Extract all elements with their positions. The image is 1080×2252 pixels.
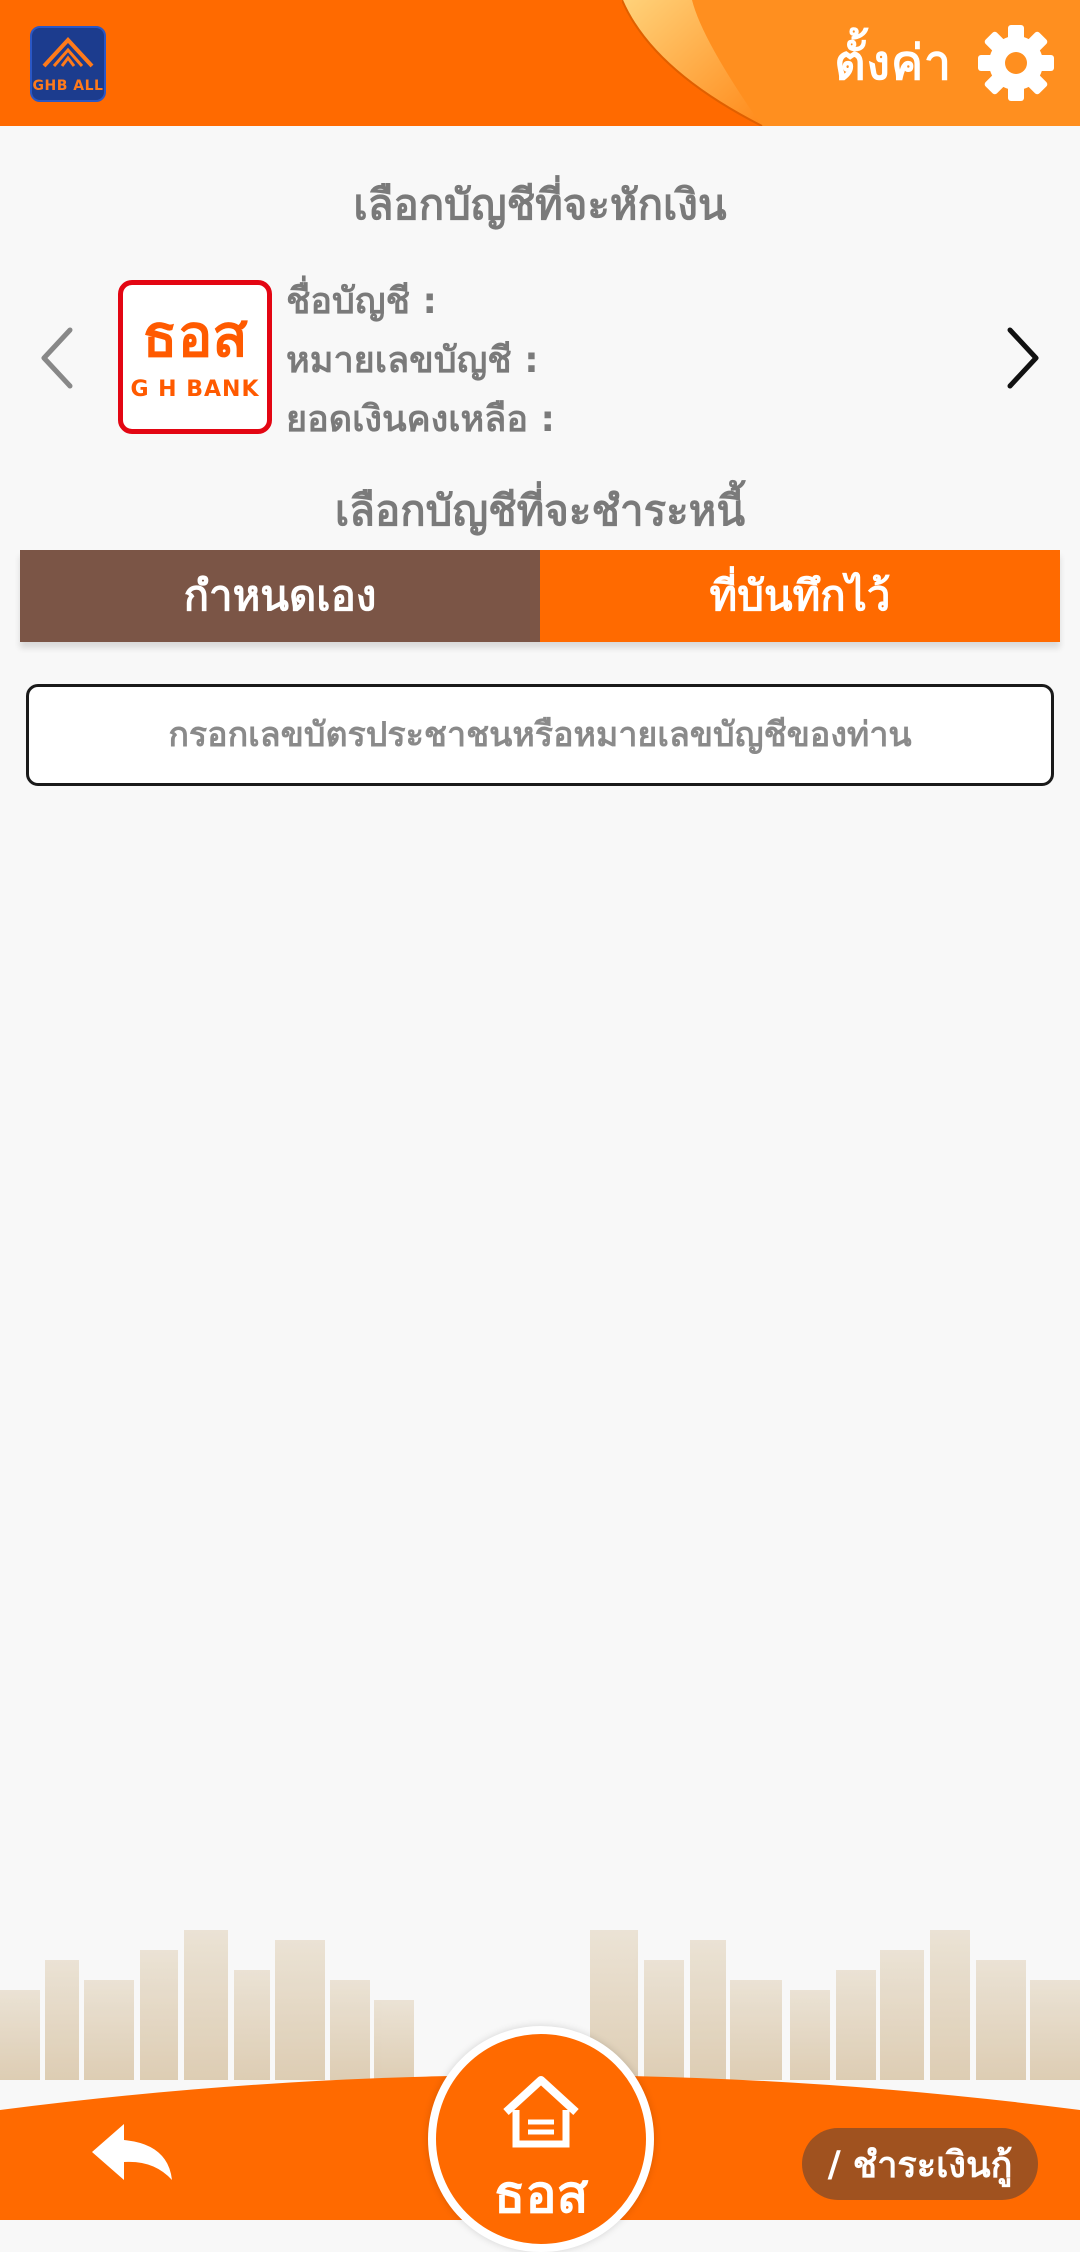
- balance-label: ยอดเงินคงเหลือ :: [286, 399, 555, 440]
- settings-button[interactable]: ตั้งค่า: [834, 20, 1056, 106]
- gear-icon: [978, 25, 1054, 101]
- home-icon: [503, 2076, 579, 2148]
- chevron-right-icon[interactable]: [1000, 324, 1046, 392]
- bank-logo-sub: G H BANK: [130, 377, 260, 402]
- account-info: ชื่อบัญชี : หมายเลขบัญชี : ยอดเงินคงเหลื…: [286, 276, 555, 453]
- home-button-label: ธอส: [493, 2165, 589, 2225]
- settings-label: ตั้งค่า: [834, 35, 952, 91]
- back-arrow-icon[interactable]: [88, 2118, 178, 2188]
- breadcrumb: / ชำระเงินกู้: [802, 2128, 1038, 2200]
- account-search-input[interactable]: [29, 686, 1051, 784]
- ghb-all-logo[interactable]: GHB ALL: [30, 26, 106, 102]
- breadcrumb-label: ชำระเงินกู้: [852, 2144, 1013, 2186]
- breadcrumb-separator: /: [827, 2143, 841, 2185]
- credit-account-tabs: กำหนดเอง ที่บันทึกไว้: [20, 550, 1060, 642]
- tab-saved[interactable]: ที่บันทึกไว้: [540, 550, 1060, 642]
- home-button[interactable]: ธอส: [428, 2026, 654, 2252]
- account-name-label: ชื่อบัญชี :: [286, 281, 437, 322]
- house-logo-icon: [42, 37, 94, 68]
- chevron-left-icon[interactable]: [34, 324, 80, 392]
- app-logo-text: GHB ALL: [32, 78, 104, 94]
- debit-account-carousel: ธอส G H BANK ชื่อบัญชี : หมายเลขบัญชี : …: [0, 272, 1080, 442]
- debit-account-title: เลือกบัญชีที่จะหักเงิน: [353, 180, 727, 229]
- account-number-label: หมายเลขบัญชี :: [286, 340, 539, 381]
- ghbank-logo: ธอส G H BANK: [118, 280, 272, 434]
- tab-custom[interactable]: กำหนดเอง: [20, 550, 540, 642]
- credit-account-title: เลือกบัญชีที่จะชำระหนี้: [334, 486, 746, 535]
- account-search-field[interactable]: [26, 684, 1054, 786]
- bank-logo-main: ธอส: [142, 302, 248, 370]
- app-header: GHB ALL ตั้งค่า: [0, 0, 1080, 126]
